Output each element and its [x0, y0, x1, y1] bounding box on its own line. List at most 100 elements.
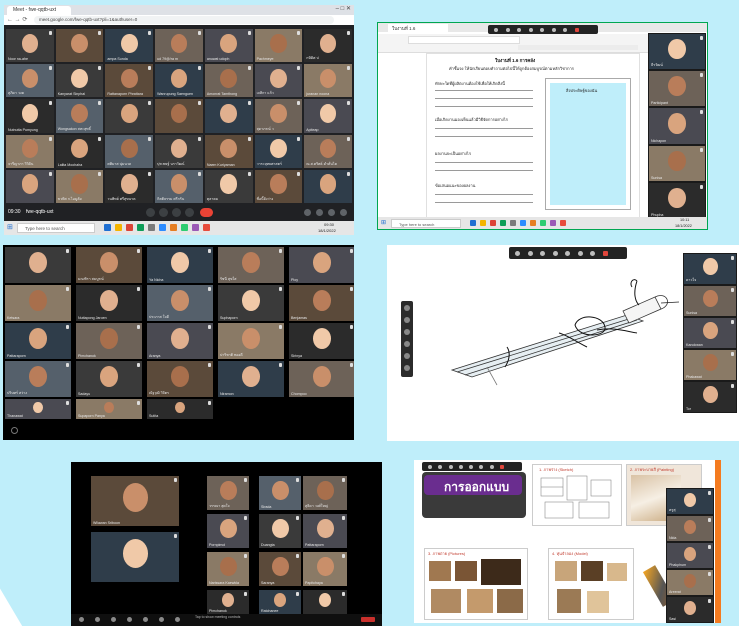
participant-tile[interactable]: Benjamas [289, 285, 354, 321]
taskbar-app-icon[interactable] [170, 224, 177, 231]
taskbar-app-icon[interactable] [126, 224, 133, 231]
browser-tab[interactable]: ใบงานที่ 1.6 [388, 24, 448, 32]
zoom-toolbar-icon[interactable] [458, 464, 463, 469]
zoom-toolbar-icon[interactable] [515, 250, 520, 256]
participant-tile[interactable]: Ketsara [5, 285, 71, 321]
participant-tile[interactable] [303, 590, 347, 614]
participant-tile[interactable]: Thanawat [5, 399, 71, 419]
pdf-tools[interactable] [518, 45, 638, 50]
participant-tile[interactable] [304, 169, 352, 203]
zoom-toolbar-icon[interactable] [528, 27, 533, 32]
meeting-control-icon[interactable] [143, 617, 148, 622]
participant-tile[interactable]: Sutita [147, 399, 213, 419]
participant-tile[interactable]: Pachmeye [254, 29, 303, 63]
participant-tile[interactable]: ณ.ส.คริศธ์ ดำคั่นไค [304, 134, 352, 168]
participant-tile[interactable]: ud 79@/ra m [155, 29, 203, 63]
participant-tile[interactable]: มณฑิรา สมบูรณ์ [76, 247, 142, 283]
taskbar-app-icon[interactable] [115, 224, 122, 231]
zoom-toolbar-icon[interactable] [499, 464, 504, 469]
meeting-control-icon[interactable] [95, 617, 100, 622]
participant-tile[interactable]: กิตติธรรม ศรีกรัน [155, 169, 203, 203]
participant-tile[interactable]: Participant [649, 71, 705, 107]
zoom-toolbar-icon[interactable] [574, 27, 579, 32]
zoom-toolbar-icon[interactable] [540, 250, 545, 256]
participant-tile[interactable]: Sunisa [649, 145, 705, 181]
meeting-control-icon[interactable] [175, 617, 180, 622]
participant-tile[interactable]: ขวพิส ก.ไอมูลัย [55, 169, 104, 203]
nav-arrows-icon[interactable]: ← → ⟳ [7, 16, 27, 23]
windows-start-icon[interactable]: ⊞ [7, 223, 13, 231]
undo-tool-icon[interactable] [404, 365, 410, 371]
participant-tile[interactable]: สุธิดา วงศ์ใหญ่ [303, 476, 347, 510]
meeting-control-icon[interactable] [127, 617, 132, 622]
taskbar-app-icon[interactable] [500, 220, 506, 226]
participant-tile[interactable]: ศศิมาส นุ่มนวล [105, 134, 154, 168]
participant-tile[interactable]: Phupha [649, 182, 705, 218]
participant-tile[interactable]: รัชนี สุขใส [218, 247, 284, 283]
participant-tile[interactable]: Pimchanok [207, 590, 249, 614]
participant-tile[interactable]: Sasi [667, 597, 713, 622]
participant-tile[interactable] [155, 99, 203, 133]
participant-tile[interactable] [5, 247, 71, 283]
info-icon[interactable] [304, 209, 311, 216]
participant-tile[interactable]: Naem Kuriyaman [204, 134, 253, 168]
participant-tile[interactable] [6, 169, 54, 203]
taskbar-app-icon[interactable] [104, 224, 111, 231]
zoom-toolbar-icon[interactable] [505, 27, 510, 32]
meeting-control-icon[interactable] [159, 617, 164, 622]
participant-tile[interactable]: Pattaraporn [303, 514, 347, 548]
zoom-toolbar-icon[interactable] [551, 27, 556, 32]
participant-tile[interactable]: Nida [667, 516, 713, 541]
activities-icon[interactable] [340, 209, 347, 216]
url-field[interactable]: meet.google.com/fwe-qqtb-uxt?pli=1&authu… [34, 16, 334, 24]
participant-tile[interactable]: Ratchanee [259, 590, 301, 614]
participant-tile[interactable]: ชื่อนี้ยังว่าง [254, 169, 303, 203]
taskbar-app-icon[interactable] [520, 220, 526, 226]
taskbar-app-icon[interactable] [137, 224, 144, 231]
participant-tile[interactable]: Phakawat [684, 350, 736, 380]
participant-tile[interactable]: Nuttapong Jaroen [76, 285, 142, 321]
participant-tile[interactable]: ณัฐวุฒิ วิจิตร [147, 361, 213, 397]
taskbar-app-icon[interactable] [470, 220, 476, 226]
participant-tile[interactable] [204, 99, 253, 133]
taskbar-app-icon[interactable] [480, 220, 486, 226]
camera-button-icon[interactable] [159, 208, 168, 217]
window-controls[interactable]: – □ ✕ [336, 5, 351, 12]
pen-tool-icon[interactable] [404, 317, 410, 323]
captions-button-icon[interactable] [172, 208, 181, 217]
taskbar-search-box[interactable]: Type here to search [391, 219, 461, 228]
windows-start-icon[interactable]: ⊞ [381, 219, 386, 226]
participant-tile[interactable]: Sirinya [289, 323, 354, 359]
participant-tile[interactable]: Sadayu [76, 361, 142, 397]
chat-icon[interactable] [328, 209, 335, 216]
participant-tile[interactable]: Chompoo [289, 361, 354, 397]
participant-tile[interactable]: Rattanaporn Phrattara [105, 64, 154, 98]
participant-tile[interactable]: Amonrat Tamthong [204, 64, 253, 98]
taskbar-search-box[interactable]: Type here to search [17, 223, 95, 233]
zoom-toolbar-icon[interactable] [577, 250, 583, 256]
meeting-control-icon[interactable] [111, 617, 116, 622]
eraser-tool-icon[interactable] [404, 341, 410, 347]
taskbar-app-icon[interactable] [550, 220, 556, 226]
shape-tool-icon[interactable] [404, 353, 410, 359]
participant-tile[interactable] [55, 29, 104, 63]
zoom-toolbar-icon[interactable] [527, 250, 533, 256]
taskbar-app-icon[interactable] [203, 224, 210, 231]
zoom-toolbar-icon[interactable] [517, 27, 521, 32]
participant-tile[interactable]: juranan noona [304, 64, 352, 98]
participant-tile[interactable]: สุภิดา วงค [6, 64, 54, 98]
taskbar-app-icon[interactable] [148, 224, 155, 231]
zoom-toolbar-icon[interactable] [552, 250, 558, 256]
zoom-toolbar-icon[interactable] [448, 464, 453, 469]
zoom-toolbar-icon[interactable] [489, 464, 494, 469]
zoom-toolbar-icon[interactable] [540, 27, 544, 32]
participant-tile[interactable]: Apiteap [304, 99, 352, 133]
taskbar-app-icon[interactable] [510, 220, 516, 226]
participant-tile[interactable]: ประภาส ใจดี [147, 285, 213, 321]
participant-tile[interactable]: Noor na-ahe [6, 29, 54, 63]
settings-gear-icon[interactable] [11, 427, 18, 434]
zoom-toolbar-icon[interactable] [565, 250, 570, 256]
participant-tile[interactable]: Supaporn Panya [76, 399, 142, 419]
participant-tile[interactable]: Kanyarat Sinphai [55, 64, 104, 98]
participant-tile[interactable]: Pimchanok [76, 323, 142, 359]
